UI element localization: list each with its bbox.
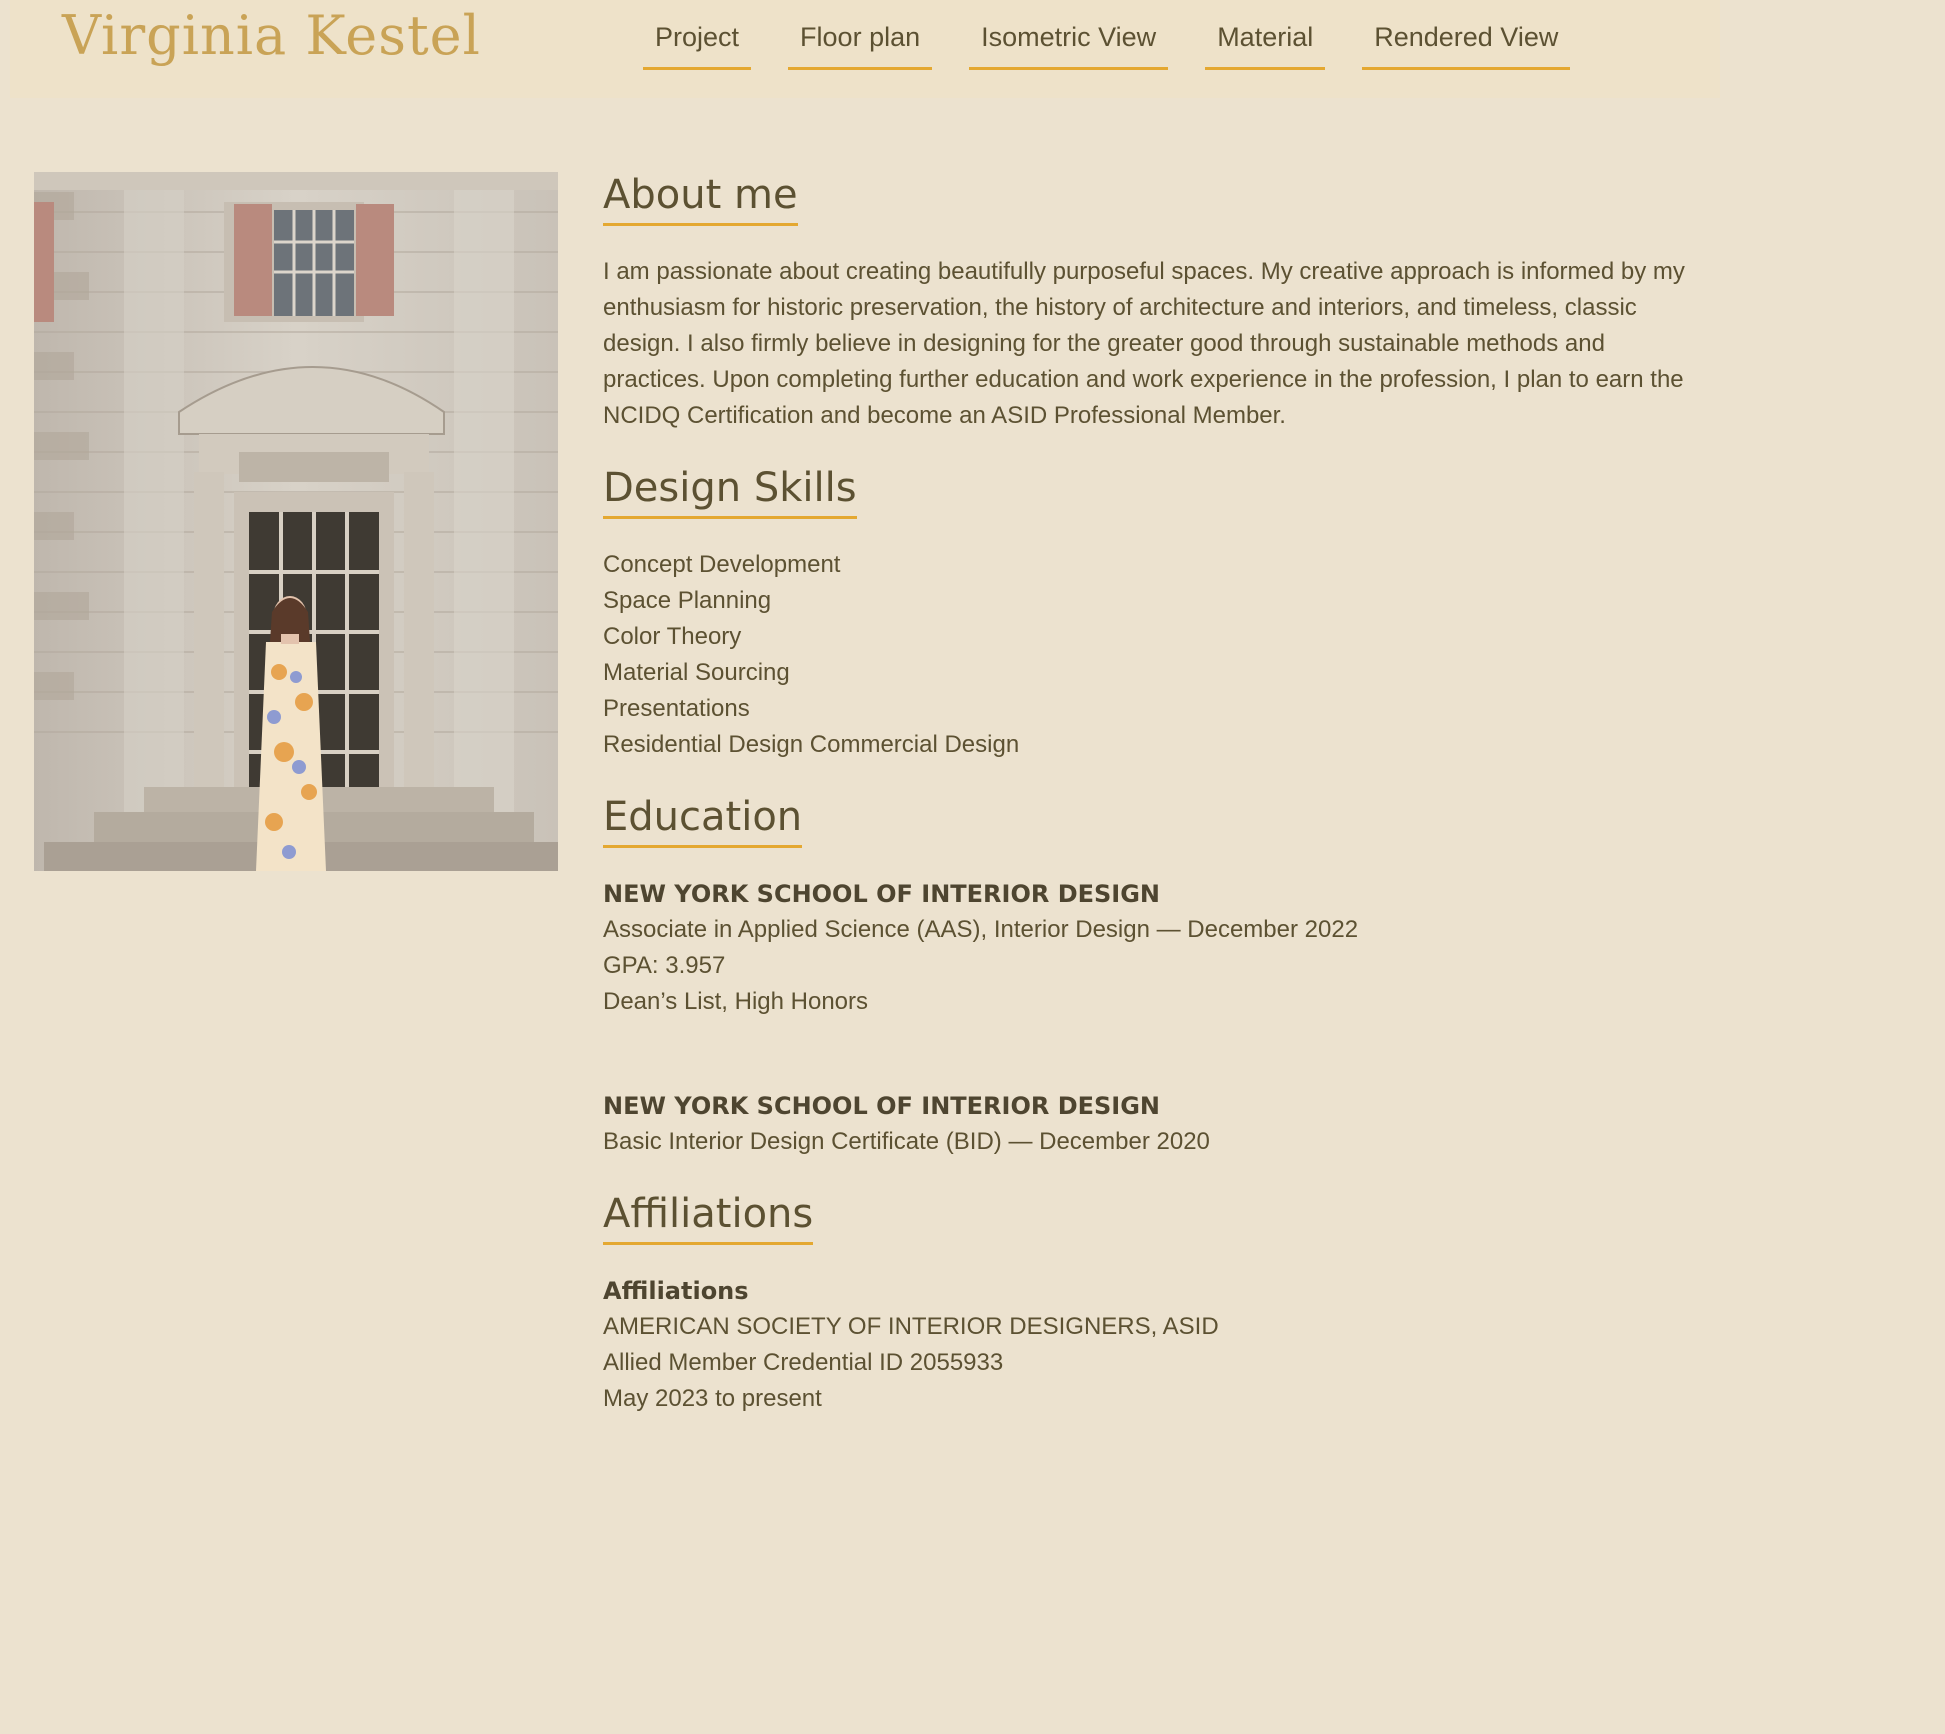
education-school: NEW YORK SCHOOL OF INTERIOR DESIGN <box>603 1092 1161 1120</box>
skills-title: Design Skills <box>603 460 857 519</box>
affiliation-line: Allied Member Credential ID 2055933 <box>603 1349 1004 1376</box>
education-school: NEW YORK SCHOOL OF INTERIOR DESIGN <box>603 880 1161 908</box>
nav-floor-plan[interactable]: Floor plan <box>788 18 933 70</box>
affiliations-heading: Affiliations <box>603 1277 749 1305</box>
skill-item: Material Sourcing <box>603 659 790 686</box>
education-line: Dean’s List, High Honors <box>603 988 869 1015</box>
profile-photo <box>34 172 558 871</box>
affiliations-entry: Affiliations AMERICAN SOCIETY OF INTERIO… <box>603 1273 1703 1417</box>
about-body: I am passionate about creating beautiful… <box>603 258 1685 429</box>
nav-material[interactable]: Material <box>1205 18 1326 70</box>
affiliations-title: Affiliations <box>603 1186 814 1245</box>
site-logo[interactable]: Virginia Kestel <box>62 4 481 67</box>
skill-item: Residential Design Commercial Design <box>603 731 1020 758</box>
skill-item: Presentations <box>603 695 750 722</box>
nav-project[interactable]: Project <box>643 18 752 70</box>
site-header: Virginia Kestel Project Floor plan Isome… <box>10 0 1720 98</box>
education-entry: NEW YORK SCHOOL OF INTERIOR DESIGN Assoc… <box>603 876 1703 1020</box>
main-content: About me I am passionate about creating … <box>603 167 1703 1417</box>
skill-item: Space Planning <box>603 587 772 614</box>
education-line: GPA: 3.957 <box>603 952 726 979</box>
skills-list: Concept Development Space Planning Color… <box>603 547 1703 763</box>
skill-item: Concept Development <box>603 551 841 578</box>
affiliation-line: May 2023 to present <box>603 1385 822 1412</box>
nav-isometric-view[interactable]: Isometric View <box>969 18 1169 70</box>
nav-rendered-view[interactable]: Rendered View <box>1362 18 1571 70</box>
main-nav: Project Floor plan Isometric View Materi… <box>643 18 1571 70</box>
about-title: About me <box>603 167 798 226</box>
affiliation-line: AMERICAN SOCIETY OF INTERIOR DESIGNERS, … <box>603 1313 1219 1340</box>
education-title: Education <box>603 789 803 848</box>
education-entry: NEW YORK SCHOOL OF INTERIOR DESIGN Basic… <box>603 1088 1703 1160</box>
skill-item: Color Theory <box>603 623 742 650</box>
education-line: Basic Interior Design Certificate (BID) … <box>603 1128 1210 1155</box>
education-line: Associate in Applied Science (AAS), Inte… <box>603 916 1359 943</box>
